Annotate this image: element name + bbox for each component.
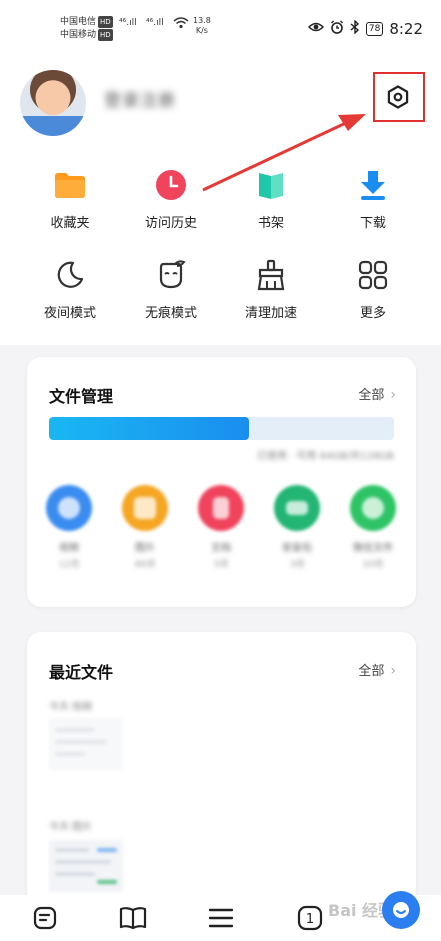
alarm-icon [330, 20, 344, 38]
eye-icon [307, 21, 324, 37]
wechat-icon [350, 485, 396, 531]
book-icon [253, 167, 289, 203]
file-management-card: 文件管理 全部 › 已使用 · 可用 64GB/共128GB 视频 12项 图片 … [27, 357, 416, 607]
shortcut-label: 无痕模式 [144, 306, 197, 321]
video-icon [46, 485, 92, 531]
shortcut-incognito[interactable]: 无痕模式 [129, 257, 213, 321]
shortcut-label: 清理加速 [244, 306, 297, 321]
battery-indicator: 78 [365, 22, 384, 36]
shortcut-favorites[interactable]: 收藏夹 [28, 167, 112, 231]
shortcut-label: 书架 [257, 216, 284, 231]
shortcut-night-mode[interactable]: 夜间模式 [28, 257, 112, 321]
category-name: 视频 [59, 543, 79, 554]
category-name: 微信文件 [353, 543, 393, 554]
document-icon [198, 485, 244, 531]
category-count: 86项 [134, 560, 156, 570]
shortcut-more[interactable]: 更多 [331, 257, 415, 321]
nav-bookshelf-button[interactable] [118, 903, 148, 933]
download-icon [355, 167, 391, 203]
menu-icon [208, 908, 234, 928]
svg-text:1: 1 [306, 912, 314, 927]
login-register-link[interactable]: 登录注册 [104, 86, 194, 112]
file-category-apk[interactable]: 安装包 3项 [267, 485, 327, 570]
signal-2-icon: ⁴⁶.ıll [146, 18, 164, 28]
category-count: 12项 [58, 560, 80, 570]
recent-files-title: 最近文件 [49, 663, 114, 682]
more-grid-icon [355, 257, 391, 293]
file-category-document[interactable]: 文档 5项 [191, 485, 251, 570]
storage-text: 已使用 · 可用 64GB/共128GB [256, 451, 394, 462]
nav-menu-button[interactable] [206, 903, 236, 933]
category-name: 文档 [211, 543, 231, 554]
status-time: 8:22 [389, 20, 423, 38]
file-management-all-link[interactable]: 全部 › [358, 384, 396, 403]
bluetooth-icon [350, 19, 360, 38]
carrier-1: 中国电信 HD [60, 16, 113, 28]
package-icon [274, 485, 320, 531]
folder-icon [52, 167, 88, 203]
shortcut-label: 访问历史 [144, 216, 197, 231]
shortcut-label: 夜间模式 [43, 306, 96, 321]
tabs-count-icon: 1 [297, 905, 323, 931]
recent-group-label: 今天·视频 [49, 702, 93, 713]
net-speed: 13.8 K/s [193, 16, 211, 35]
storage-bar [49, 417, 394, 440]
floating-assistant-button[interactable] [382, 891, 420, 929]
chevron-right-icon: › [390, 387, 396, 403]
file-category-image[interactable]: 图片 86项 [115, 485, 175, 570]
shortcut-bookshelf[interactable]: 书架 [229, 167, 313, 231]
status-bar: 中国电信 HD 中国移动 HD ⁴⁶.ıll ⁴⁶.ıll 13.8 K/s 78 8… [0, 0, 441, 56]
category-name: 图片 [135, 543, 155, 554]
recent-file-thumbnail[interactable] [49, 840, 123, 892]
category-name: 安装包 [282, 543, 312, 554]
shortcut-label: 更多 [359, 306, 386, 321]
shortcut-label: 下载 [359, 216, 386, 231]
home-tab-icon [33, 906, 57, 930]
nav-home-button[interactable] [30, 903, 60, 933]
recent-files-card: 最近文件 全部 › 今天·视频 今天·图片 [27, 632, 416, 922]
incognito-icon [153, 257, 189, 293]
settings-button[interactable] [383, 82, 413, 112]
file-category-wechat[interactable]: 微信文件 20项 [343, 485, 403, 570]
nav-tabs-button[interactable]: 1 [295, 903, 325, 933]
shortcut-label: 收藏夹 [50, 216, 90, 231]
broom-icon [253, 257, 289, 293]
settings-hexagon-icon [387, 85, 409, 109]
file-management-title: 文件管理 [49, 387, 114, 406]
file-category-video[interactable]: 视频 12项 [39, 485, 99, 570]
recent-files-all-link[interactable]: 全部 › [358, 660, 396, 679]
shortcut-cleanup[interactable]: 清理加速 [229, 257, 313, 321]
category-count: 3项 [289, 560, 305, 570]
moon-icon [52, 257, 88, 293]
chevron-right-icon: › [390, 663, 396, 679]
recent-group-label: 今天·图片 [49, 822, 93, 833]
assistant-icon [393, 902, 409, 918]
shortcut-history[interactable]: 访问历史 [129, 167, 213, 231]
category-count: 5项 [213, 560, 229, 570]
signal-1-icon: ⁴⁶.ıll [119, 18, 137, 28]
wifi-icon [173, 17, 189, 32]
image-icon [122, 485, 168, 531]
open-book-icon [119, 907, 147, 930]
avatar[interactable] [20, 70, 86, 136]
storage-bar-fill [49, 417, 250, 440]
shortcut-download[interactable]: 下载 [331, 167, 415, 231]
carrier-2: 中国移动 HD [60, 29, 113, 41]
recent-file-thumbnail[interactable] [49, 718, 123, 770]
category-count: 20项 [362, 560, 384, 570]
clock-icon [153, 167, 189, 203]
